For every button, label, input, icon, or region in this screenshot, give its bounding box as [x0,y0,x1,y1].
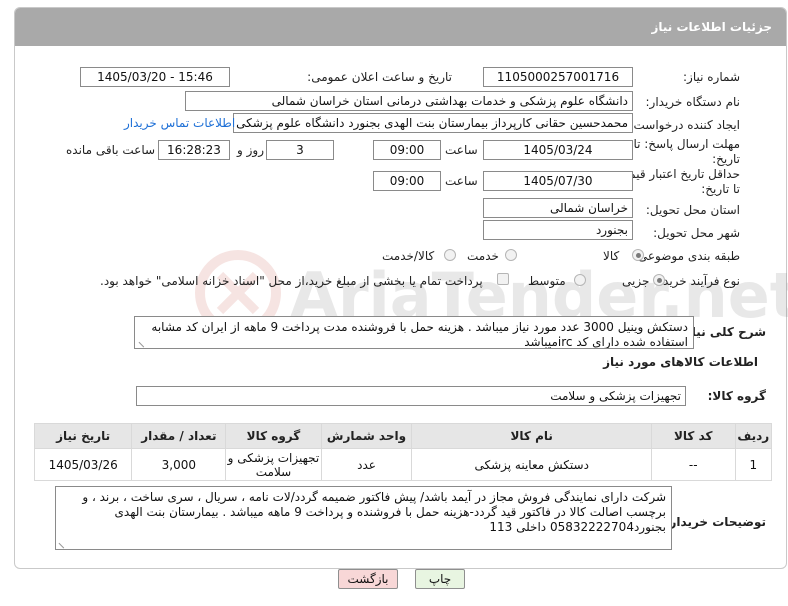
city-label: شهر محل تحویل: [653,226,740,240]
col-code: کد کالا [650,423,736,449]
back-button[interactable]: بازگشت [338,569,398,589]
description-textarea[interactable]: دستکش وینیل 3000 عدد مورد نیاز میباشد . … [134,316,694,349]
validity-label-2: تا تاریخ: [701,182,740,196]
cell-group: تجهیزات پزشکی و سلامت [225,448,322,481]
treasury-payment-checkbox[interactable] [497,273,509,285]
cell-unit: عدد [320,448,413,481]
creator-label: ایجاد کننده درخواست: [629,118,740,132]
city-field: بجنورد [483,220,633,240]
buyer-org-label: نام دستگاه خریدار: [645,95,741,109]
table-row: 1 -- دستکش معاینه پزشکی عدد تجهیزات پزشک… [33,448,773,481]
remaining-time-field: 16:28:23 [158,140,230,160]
deadline-time-label: ساعت [445,143,478,157]
category-label: طبقه بندی موضوعی: [633,249,740,263]
goods-group-field: تجهیزات پزشکی و سلامت [136,386,686,406]
cell-name: دستکش معاینه پزشکی [411,448,652,481]
deadline-label: مهلت ارسال پاسخ: تا [633,137,740,151]
goods-section-title: اطلاعات کالاهای مورد نیاز [603,355,758,369]
process-radio-minor[interactable] [653,274,665,286]
process-option-minor: جزیی [622,274,650,288]
announce-label: تاریخ و ساعت اعلان عمومی: [307,70,452,84]
cell-code: -- [650,448,736,481]
col-name: نام کالا [411,423,652,449]
validity-time-field: 09:00 [373,171,441,191]
category-option-goods: کالا [603,249,620,263]
province-label: استان محل تحویل: [645,203,740,217]
goods-table: ردیف کد کالا نام کالا واحد شمارش گروه کا… [33,423,773,481]
table-header-row: ردیف کد کالا نام کالا واحد شمارش گروه کا… [33,423,773,449]
print-button[interactable]: چاپ [415,569,465,589]
remaining-label: ساعت باقی مانده [66,143,156,157]
cell-row: 1 [734,448,773,481]
deadline-label-2: تاریخ: [712,152,740,166]
col-unit: واحد شمارش [320,423,413,449]
category-radio-service[interactable] [505,249,517,261]
category-option-goods-service: کالا/خدمت [382,249,435,263]
col-group: گروه کالا [225,423,322,449]
process-label: نوع فرآیند خرید : [655,274,740,288]
process-radio-medium[interactable] [574,274,586,286]
goods-group-label: گروه کالا: [707,389,766,403]
treasury-payment-note: پرداخت تمام یا بخشی از مبلغ خرید،از محل … [100,274,483,288]
panel-title: جزئیات اطلاعات نیاز [15,8,786,46]
contact-buyer-link[interactable]: اطلاعات تماس خریدار [124,116,235,130]
announce-field: 1405/03/20 - 15:46 [80,67,230,87]
buyer-org-field: دانشگاه علوم پزشکی و خدمات بهداشتی درمان… [185,91,633,111]
province-field: خراسان شمالی [483,198,633,218]
cell-quantity: 3,000 [131,448,227,481]
validity-date-field: 1405/07/30 [483,171,633,191]
buyer-notes-textarea[interactable]: شرکت دارای نمایندگی فروش مجاز در آیمد با… [55,486,672,550]
category-radio-goods[interactable] [632,249,644,261]
days-remaining-field: 3 [266,140,334,160]
deadline-time-field: 09:00 [373,140,441,160]
col-row: ردیف [734,423,773,449]
cell-need-date: 1405/03/26 [33,448,133,481]
col-quantity: تعداد / مقدار [131,423,227,449]
need-number-label: شماره نیاز: [683,70,740,84]
category-radio-goods-service[interactable] [444,249,456,261]
validity-time-label: ساعت [445,174,478,188]
col-need-date: تاریخ نیاز [33,423,133,449]
need-number-field: 1105000257001716 [483,67,633,87]
category-option-service: خدمت [467,249,499,263]
days-label: روز و [237,143,264,157]
buyer-notes-label: توضیحات خریدار: [664,515,766,529]
creator-field: محمدحسین حقانی کارپرداز بیمارستان بنت ال… [233,113,633,133]
deadline-date-field: 1405/03/24 [483,140,633,160]
process-option-medium: متوسط [528,274,566,288]
